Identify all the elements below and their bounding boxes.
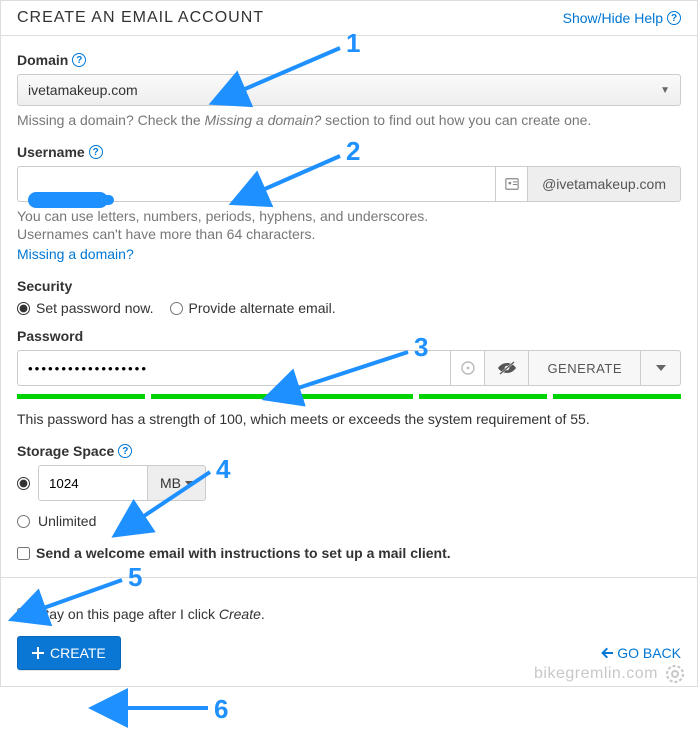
go-back-link[interactable]: GO BACK bbox=[601, 645, 681, 661]
show-hide-help-link[interactable]: Show/Hide Help ? bbox=[563, 10, 681, 26]
password-manager-icon[interactable] bbox=[451, 350, 485, 386]
help-icon: ? bbox=[667, 11, 681, 25]
storage-group: Storage Space ? MB Unlimited bbox=[17, 443, 681, 529]
welcome-email-row: Send a welcome email with instructions t… bbox=[17, 545, 681, 561]
create-email-panel: CREATE AN EMAIL ACCOUNT Show/Hide Help ?… bbox=[0, 0, 698, 687]
radio-storage-unlimited[interactable] bbox=[17, 515, 30, 528]
radio-label: Set password now. bbox=[36, 300, 154, 316]
password-strength-text: This password has a strength of 100, whi… bbox=[17, 411, 681, 427]
domain-hint: Missing a domain? Check the Missing a do… bbox=[17, 112, 681, 128]
security-label: Security bbox=[17, 278, 681, 294]
contact-card-icon[interactable] bbox=[496, 166, 528, 202]
arrow-left-icon bbox=[601, 647, 613, 659]
help-link-text: Show/Hide Help bbox=[563, 10, 663, 26]
stay-on-page-row: Stay on this page after I click Create. bbox=[17, 606, 681, 622]
welcome-email-checkbox[interactable] bbox=[17, 547, 30, 560]
panel-footer: Stay on this page after I click Create. … bbox=[1, 577, 697, 686]
username-input[interactable] bbox=[17, 166, 496, 202]
username-hint-2: Usernames can't have more than 64 charac… bbox=[17, 226, 681, 242]
generate-password-button[interactable]: GENERATE bbox=[529, 350, 641, 386]
radio-provide-alt-email[interactable]: Provide alternate email. bbox=[170, 300, 336, 316]
domain-label-text: Domain bbox=[17, 52, 68, 68]
stay-text: Stay on this page after I click bbox=[36, 606, 219, 622]
hint-text: section to find out how you can create o… bbox=[321, 112, 591, 128]
stay-on-page-checkbox[interactable] bbox=[17, 608, 30, 621]
storage-value-input[interactable] bbox=[38, 465, 148, 501]
radio-set-password-now-input[interactable] bbox=[17, 302, 30, 315]
domain-selected-value: ivetamakeup.com bbox=[28, 82, 138, 98]
password-label: Password bbox=[17, 328, 681, 344]
radio-storage-custom[interactable] bbox=[17, 477, 30, 490]
go-back-label: GO BACK bbox=[617, 645, 681, 661]
username-label-text: Username bbox=[17, 144, 85, 160]
create-button-label: CREATE bbox=[50, 645, 106, 661]
hint-text: Missing a domain? Check the bbox=[17, 112, 205, 128]
password-strength-meter bbox=[17, 394, 681, 399]
help-icon[interactable]: ? bbox=[72, 53, 86, 67]
username-domain-suffix: @ivetamakeup.com bbox=[528, 166, 681, 202]
stay-on-page-label: Stay on this page after I click Create. bbox=[36, 606, 265, 622]
generate-password-dropdown[interactable] bbox=[641, 350, 681, 386]
chevron-down-icon: ▼ bbox=[660, 85, 670, 96]
radio-set-password-now[interactable]: Set password now. bbox=[17, 300, 154, 316]
stay-suffix: . bbox=[261, 606, 265, 622]
domain-group: Domain ? ivetamakeup.com ▼ Missing a dom… bbox=[17, 52, 681, 128]
chevron-down-icon bbox=[185, 481, 193, 486]
panel-header: CREATE AN EMAIL ACCOUNT Show/Hide Help ? bbox=[1, 1, 697, 36]
password-input[interactable] bbox=[17, 350, 451, 386]
domain-select[interactable]: ivetamakeup.com ▼ bbox=[17, 74, 681, 106]
radio-label: Provide alternate email. bbox=[189, 300, 336, 316]
storage-unit-select[interactable]: MB bbox=[148, 465, 206, 501]
security-group: Security Set password now. Provide alter… bbox=[17, 278, 681, 427]
page-title: CREATE AN EMAIL ACCOUNT bbox=[17, 9, 264, 27]
stay-em: Create bbox=[219, 606, 261, 622]
domain-label: Domain ? bbox=[17, 52, 681, 68]
missing-domain-link[interactable]: Missing a domain? bbox=[17, 246, 681, 262]
welcome-email-label: Send a welcome email with instructions t… bbox=[36, 545, 451, 561]
create-button[interactable]: CREATE bbox=[17, 636, 121, 670]
svg-text:6: 6 bbox=[214, 694, 228, 724]
username-hint-1: You can use letters, numbers, periods, h… bbox=[17, 208, 681, 224]
plus-icon bbox=[32, 647, 44, 659]
radio-provide-alt-email-input[interactable] bbox=[170, 302, 183, 315]
help-icon[interactable]: ? bbox=[118, 444, 132, 458]
storage-unit-text: MB bbox=[160, 475, 181, 491]
storage-unlimited-label: Unlimited bbox=[38, 513, 96, 529]
hint-em: Missing a domain? bbox=[205, 112, 322, 128]
username-label: Username ? bbox=[17, 144, 681, 160]
username-group: Username ? @ivetamakeup.com You can use … bbox=[17, 144, 681, 262]
help-icon[interactable]: ? bbox=[89, 145, 103, 159]
storage-label: Storage Space ? bbox=[17, 443, 681, 459]
toggle-password-visibility-button[interactable] bbox=[485, 350, 529, 386]
storage-label-text: Storage Space bbox=[17, 443, 114, 459]
